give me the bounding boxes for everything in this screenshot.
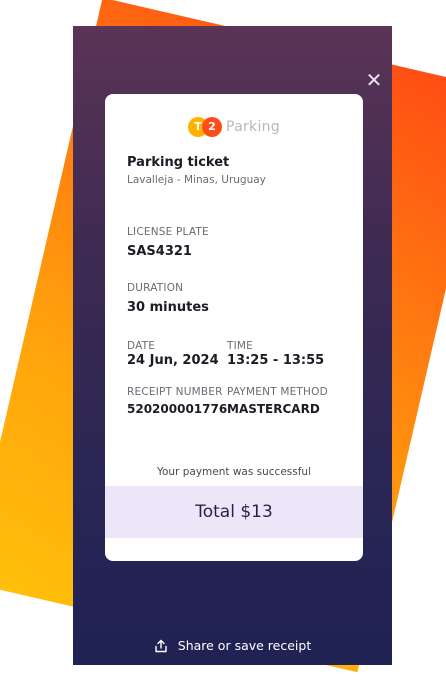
- payment-method-value: MASTERCARD: [227, 402, 320, 416]
- ticket-location: Lavalleja - Minas, Uruguay: [127, 174, 266, 186]
- share-receipt-button[interactable]: Share or save receipt: [73, 638, 392, 653]
- receipt-number-label: RECEIPT NUMBER: [127, 386, 223, 398]
- ticket-card: T 2 Parking Parking ticket Lavalleja - M…: [105, 94, 363, 561]
- ticket-title: Parking ticket: [127, 155, 230, 170]
- brand-logo: T 2: [187, 117, 222, 137]
- license-plate-label: LICENSE PLATE: [127, 226, 209, 238]
- brand: T 2 Parking: [105, 117, 363, 137]
- duration-value: 30 minutes: [127, 300, 209, 315]
- close-icon[interactable]: ✕: [364, 70, 384, 90]
- brand-name: Parking: [225, 119, 280, 135]
- stage: ✕ T 2 Parking Parking ticket Lavalleja -…: [0, 0, 446, 688]
- total-bar: Total $13: [105, 486, 363, 538]
- logo-circle-right: 2: [201, 117, 222, 137]
- payment-method-label: PAYMENT METHOD: [227, 386, 328, 398]
- date-label: DATE: [127, 340, 156, 352]
- share-label: Share or save receipt: [177, 638, 312, 653]
- receipt-modal: ✕ T 2 Parking Parking ticket Lavalleja -…: [73, 26, 392, 665]
- license-plate-value: SAS4321: [127, 244, 192, 259]
- time-value: 13:25 - 13:55: [227, 353, 325, 368]
- total-amount: Total $13: [195, 502, 273, 522]
- date-value: 24 Jun, 2024: [127, 353, 219, 368]
- payment-status-message: Your payment was successful: [156, 466, 312, 478]
- time-label: TIME: [227, 340, 254, 352]
- share-icon: [154, 639, 168, 653]
- receipt-number-value: 520200001776: [127, 402, 228, 416]
- duration-label: DURATION: [127, 282, 184, 294]
